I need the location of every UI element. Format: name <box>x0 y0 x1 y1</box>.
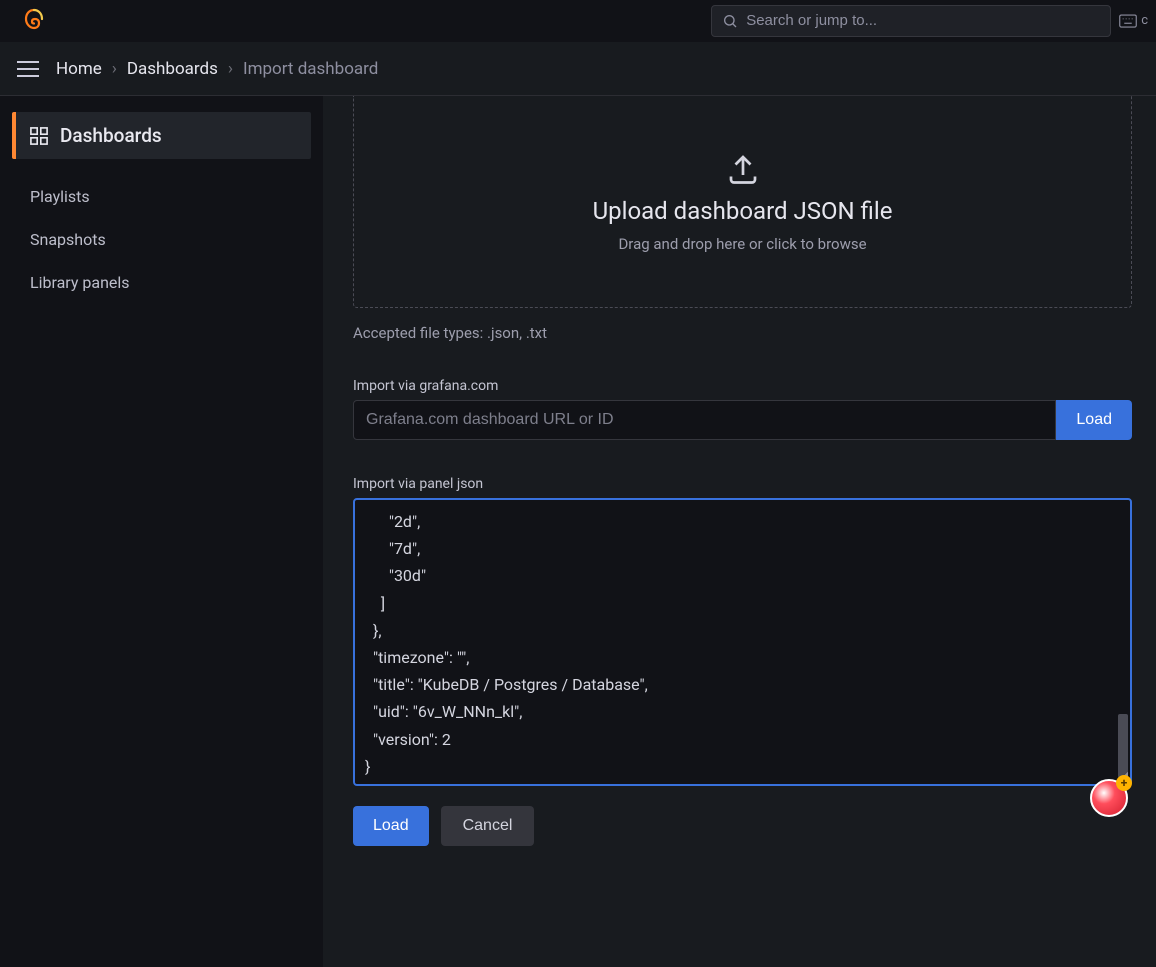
upload-dropzone[interactable]: Upload dashboard JSON file Drag and drop… <box>353 96 1132 308</box>
breadcrumb-home[interactable]: Home <box>56 59 102 79</box>
sidebar-item-library-panels[interactable]: Library panels <box>12 261 311 304</box>
grafana-com-row: Load <box>353 400 1132 440</box>
grafana-com-label: Import via grafana.com <box>353 378 1132 394</box>
content: Upload dashboard JSON file Drag and drop… <box>323 96 1156 967</box>
sidebar-item-playlists[interactable]: Playlists <box>12 175 311 218</box>
dropzone-title: Upload dashboard JSON file <box>593 197 893 225</box>
grafana-logo-icon[interactable] <box>18 5 50 37</box>
sidebar-item-dashboards[interactable]: Dashboards <box>12 112 311 159</box>
panel-json-label: Import via panel json <box>353 476 1132 492</box>
keyboard-icon <box>1119 14 1137 28</box>
upload-icon <box>724 151 762 187</box>
panel-json-textarea[interactable] <box>357 502 1128 778</box>
load-button[interactable]: Load <box>353 806 429 846</box>
breadcrumb: Home › Dashboards › Import dashboard <box>56 59 378 79</box>
file-types-hint: Accepted file types: .json, .txt <box>353 324 1132 342</box>
scrollbar[interactable] <box>1118 714 1128 778</box>
breadcrumb-current: Import dashboard <box>243 59 378 79</box>
grafana-com-input[interactable] <box>353 400 1056 440</box>
floating-badge-icon[interactable] <box>1090 779 1128 817</box>
global-search[interactable] <box>711 5 1111 37</box>
search-input[interactable] <box>746 12 1100 29</box>
search-icon <box>722 13 738 29</box>
panel-json-wrap <box>353 498 1132 786</box>
dashboards-icon <box>30 127 48 145</box>
kbd-hint-text: c <box>1141 13 1148 28</box>
dropzone-subtitle: Drag and drop here or click to browse <box>618 235 866 253</box>
grafana-com-load-button[interactable]: Load <box>1056 400 1132 440</box>
chevron-right-icon: › <box>228 59 233 79</box>
chevron-right-icon: › <box>112 59 117 79</box>
breadcrumb-dashboards[interactable]: Dashboards <box>127 59 218 79</box>
sidebar: Dashboards Playlists Snapshots Library p… <box>0 96 323 967</box>
main-layout: Dashboards Playlists Snapshots Library p… <box>0 96 1156 967</box>
sidebar-item-snapshots[interactable]: Snapshots <box>12 218 311 261</box>
sidebar-active-label: Dashboards <box>60 124 162 147</box>
keyboard-hint: c <box>1119 13 1148 28</box>
cancel-button[interactable]: Cancel <box>441 806 535 846</box>
topbar: c <box>0 0 1156 42</box>
breadcrumb-bar: Home › Dashboards › Import dashboard <box>0 42 1156 96</box>
action-buttons: Load Cancel <box>353 806 1132 846</box>
menu-toggle-button[interactable] <box>12 53 44 85</box>
